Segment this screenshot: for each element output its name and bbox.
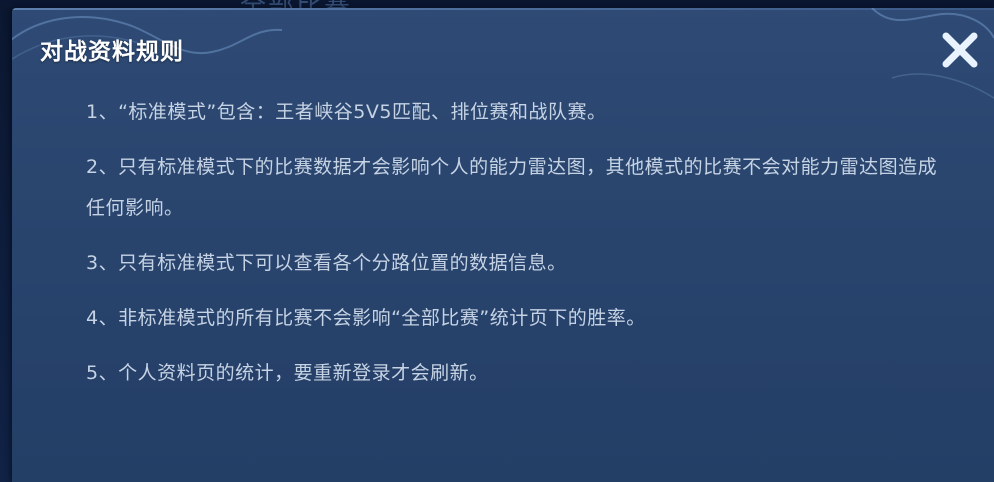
dialog-top-edge bbox=[12, 8, 994, 10]
rule-item-1: 1、“标准模式”包含：王者峡谷5V5匹配、排位赛和战队赛。 bbox=[86, 101, 607, 123]
rule-item-2: 2、只有标准模式下的比赛数据才会影响个人的能力雷达图，其他模式的比赛不会对能力雷… bbox=[86, 156, 938, 219]
rule-item-4: 4、非标准模式的所有比赛不会影响“全部比赛”统计页下的胜率。 bbox=[86, 307, 646, 329]
rule-item-3: 3、只有标准模式下可以查看各个分路位置的数据信息。 bbox=[86, 252, 567, 274]
close-button[interactable] bbox=[938, 28, 982, 72]
background-left-strip bbox=[0, 0, 12, 482]
rules-dialog: 对战资料规则 1、“标准模式”包含：王者峡谷5V5匹配、排位赛和战队赛。 2、只… bbox=[12, 8, 994, 482]
close-x-icon bbox=[942, 32, 978, 68]
dialog-title: 对战资料规则 bbox=[40, 39, 184, 65]
rules-list: 1、“标准模式”包含：王者峡谷5V5匹配、排位赛和战队赛。 2、只有标准模式下的… bbox=[86, 92, 946, 394]
rule-item-5: 5、个人资料页的统计，要重新登录才会刷新。 bbox=[86, 362, 489, 384]
